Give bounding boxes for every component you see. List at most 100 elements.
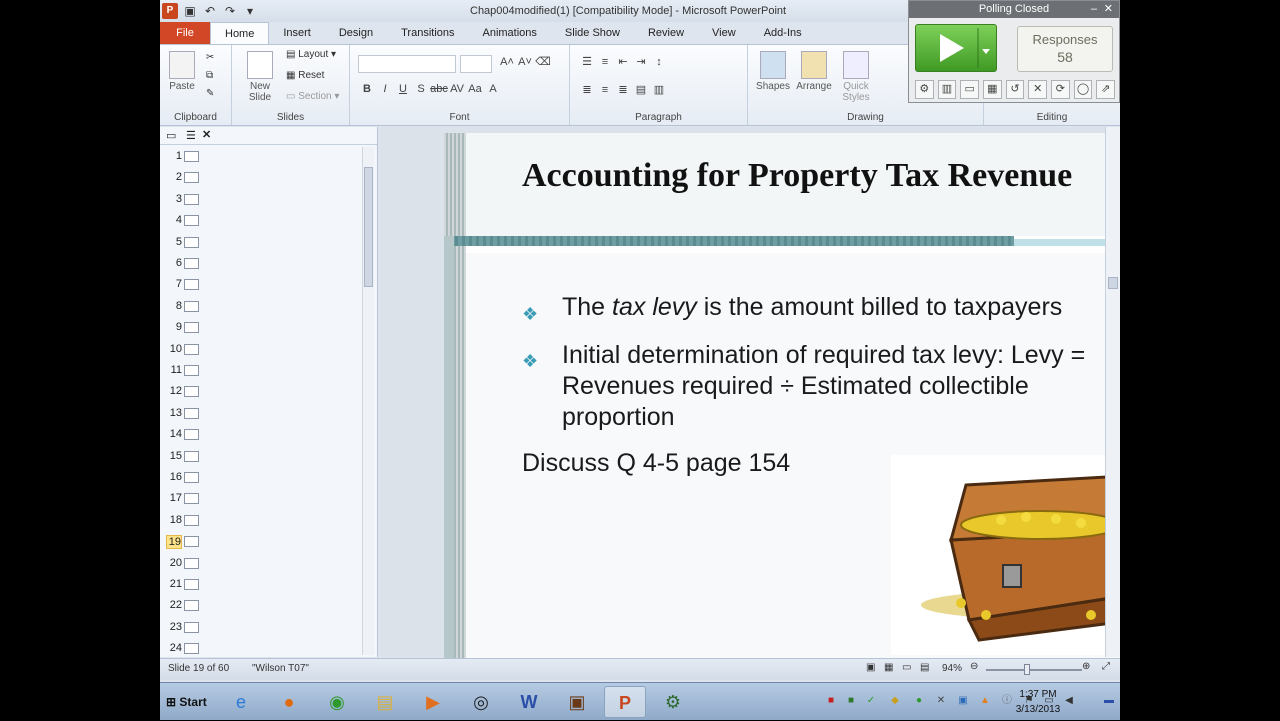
refresh-icon[interactable]: ⟳	[1051, 80, 1070, 99]
slide-sorter-icon[interactable]: ▦	[884, 662, 893, 673]
save-icon[interactable]: ▣	[182, 3, 198, 19]
copy-icon[interactable]: ⧉	[206, 67, 214, 85]
zoom-in-icon[interactable]: ⊕	[1082, 661, 1090, 672]
redo-icon[interactable]: ↷	[222, 3, 238, 19]
slide-thumbnail-row[interactable]: 11	[164, 361, 359, 382]
slide-scroll-thumb[interactable]	[1108, 277, 1118, 289]
tray-app-icon[interactable]: ■	[844, 694, 858, 708]
tab-slide-show[interactable]: Slide Show	[551, 22, 634, 44]
minimize-icon[interactable]: –	[1091, 1, 1097, 18]
clear-format-icon[interactable]: ⌫	[534, 55, 552, 71]
numbering-icon[interactable]: ≡	[596, 56, 614, 72]
align-left-icon[interactable]: ≣	[578, 83, 596, 99]
file-explorer-icon[interactable]: ▤	[364, 686, 406, 718]
slide-thumbnail-row[interactable]: 2	[164, 168, 359, 189]
comment-icon[interactable]: ◯	[1073, 80, 1093, 99]
reset-icon[interactable]: ↺	[1005, 80, 1025, 99]
firefox-icon[interactable]: ●	[268, 686, 310, 718]
bullets-icon[interactable]: ☰	[578, 55, 596, 71]
font-color-icon[interactable]: A	[484, 83, 502, 99]
align-center-icon[interactable]: ≡	[596, 84, 614, 100]
format-painter-icon[interactable]: ✎	[206, 85, 214, 103]
layout-button[interactable]: ▤ Layout ▾	[286, 49, 336, 60]
slide-thumbnail-row[interactable]: 21	[164, 575, 359, 596]
justify-icon[interactable]: ▤	[632, 83, 650, 99]
slide-canvas[interactable]: Accounting for Property Tax Revenue ❖ Th…	[444, 133, 1120, 663]
slide-thumbnail-row[interactable]: 17	[164, 489, 359, 510]
slide-thumbnail-row[interactable]: 19	[164, 532, 359, 553]
panel-scrollbar[interactable]	[362, 147, 374, 655]
slide-thumbnail-row[interactable]: 10	[164, 340, 359, 361]
app-icon[interactable]: ◎	[460, 686, 502, 718]
image-app-icon[interactable]: ▣	[556, 686, 598, 718]
tray-check-icon[interactable]: ✓	[864, 694, 878, 708]
align-right-icon[interactable]: ≣	[614, 83, 632, 99]
line-spacing-icon[interactable]: ↕	[650, 56, 668, 72]
chrome-icon[interactable]: ◉	[316, 686, 358, 718]
increase-indent-icon[interactable]: ⇥	[632, 55, 650, 71]
slide-thumbnail-row[interactable]: 16	[164, 468, 359, 489]
shapes-button[interactable]: Shapes	[754, 51, 792, 92]
slide-thumbnail-row[interactable]: 20	[164, 554, 359, 575]
fit-to-window-icon[interactable]: ⤢	[1102, 661, 1110, 672]
close-icon[interactable]: ✕	[1104, 1, 1113, 18]
tool-app-icon[interactable]: ⚙	[652, 686, 694, 718]
panel-scroll-thumb[interactable]	[364, 167, 373, 287]
reset-button[interactable]: ▦ Reset	[286, 70, 324, 81]
section-button[interactable]: ▭ Section ▾	[286, 91, 339, 102]
tray-network-icon[interactable]: ▣	[956, 694, 970, 708]
slide-thumbnail-row[interactable]: 22	[164, 596, 359, 617]
internet-explorer-icon[interactable]: e	[220, 686, 262, 718]
tab-file[interactable]: File	[160, 22, 210, 44]
bullet-2[interactable]: Initial determination of required tax le…	[562, 340, 1085, 433]
tab-design[interactable]: Design	[325, 22, 387, 44]
zoom-slider[interactable]	[986, 669, 1082, 671]
strikethrough-icon[interactable]: abc	[430, 83, 448, 99]
slide-thumbnail-row[interactable]: 1	[164, 147, 359, 168]
undo-icon[interactable]: ↶	[202, 3, 218, 19]
tab-insert[interactable]: Insert	[269, 22, 325, 44]
slide-thumbnail-row[interactable]: 14	[164, 425, 359, 446]
tab-view[interactable]: View	[698, 22, 750, 44]
grid-icon[interactable]: ▦	[983, 80, 1002, 99]
reading-view-icon[interactable]: ▭	[902, 662, 911, 673]
tray-update-icon[interactable]: ▲	[978, 694, 992, 708]
shrink-font-icon[interactable]: A˅	[516, 56, 534, 72]
tray-tools-icon[interactable]: ✕	[934, 694, 948, 708]
grow-font-icon[interactable]: A˄	[498, 56, 516, 72]
close-panel-icon[interactable]: ✕	[202, 128, 211, 141]
columns-icon[interactable]: ▥	[650, 83, 668, 99]
zoom-level[interactable]: 94%	[942, 663, 962, 674]
slides-tab-icon[interactable]: ▭	[166, 129, 176, 142]
monitor-icon[interactable]: ▭	[960, 80, 980, 99]
bold-icon[interactable]: B	[358, 83, 376, 99]
tools-icon[interactable]: ✕	[1028, 80, 1048, 99]
slide-thumbnail-row[interactable]: 18	[164, 511, 359, 532]
theme-name[interactable]: "Wilson T07"	[252, 663, 309, 674]
font-name-combo[interactable]	[358, 55, 456, 73]
clock[interactable]: 1:37 PM 3/13/2013	[1008, 687, 1068, 717]
slide-thumbnail-row[interactable]: 8	[164, 297, 359, 318]
powerpoint-taskbar-icon[interactable]: P	[604, 686, 646, 718]
discuss-text[interactable]: Discuss Q 4-5 page 154	[522, 449, 790, 478]
slide-thumbnail-row[interactable]: 13	[164, 404, 359, 425]
cut-icon[interactable]: ✂	[206, 49, 214, 67]
slide-thumbnail-row[interactable]: 12	[164, 382, 359, 403]
tray-shield-icon[interactable]: ◆	[888, 694, 902, 708]
slide-thumbnail-row[interactable]: 3	[164, 190, 359, 211]
shadow-icon[interactable]: S	[412, 83, 430, 99]
arrange-button[interactable]: Arrange	[794, 51, 834, 92]
slide-title[interactable]: Accounting for Property Tax Revenue	[522, 157, 1120, 195]
slide-thumbnail-row[interactable]: 15	[164, 447, 359, 468]
tab-add-ins[interactable]: Add-Ins	[750, 22, 816, 44]
tab-transitions[interactable]: Transitions	[387, 22, 468, 44]
bullet-1[interactable]: The tax levy is the amount billed to tax…	[562, 293, 1062, 322]
new-slide-button[interactable]: New Slide	[242, 51, 278, 103]
char-spacing-icon[interactable]: AV	[448, 83, 466, 99]
slide-thumbnail-row[interactable]: 5	[164, 233, 359, 254]
decrease-indent-icon[interactable]: ⇤	[614, 55, 632, 71]
media-player-icon[interactable]: ▶	[412, 686, 454, 718]
paste-button[interactable]: Paste	[166, 51, 198, 92]
tab-animations[interactable]: Animations	[469, 22, 551, 44]
zoom-out-icon[interactable]: ⊖	[970, 661, 978, 672]
